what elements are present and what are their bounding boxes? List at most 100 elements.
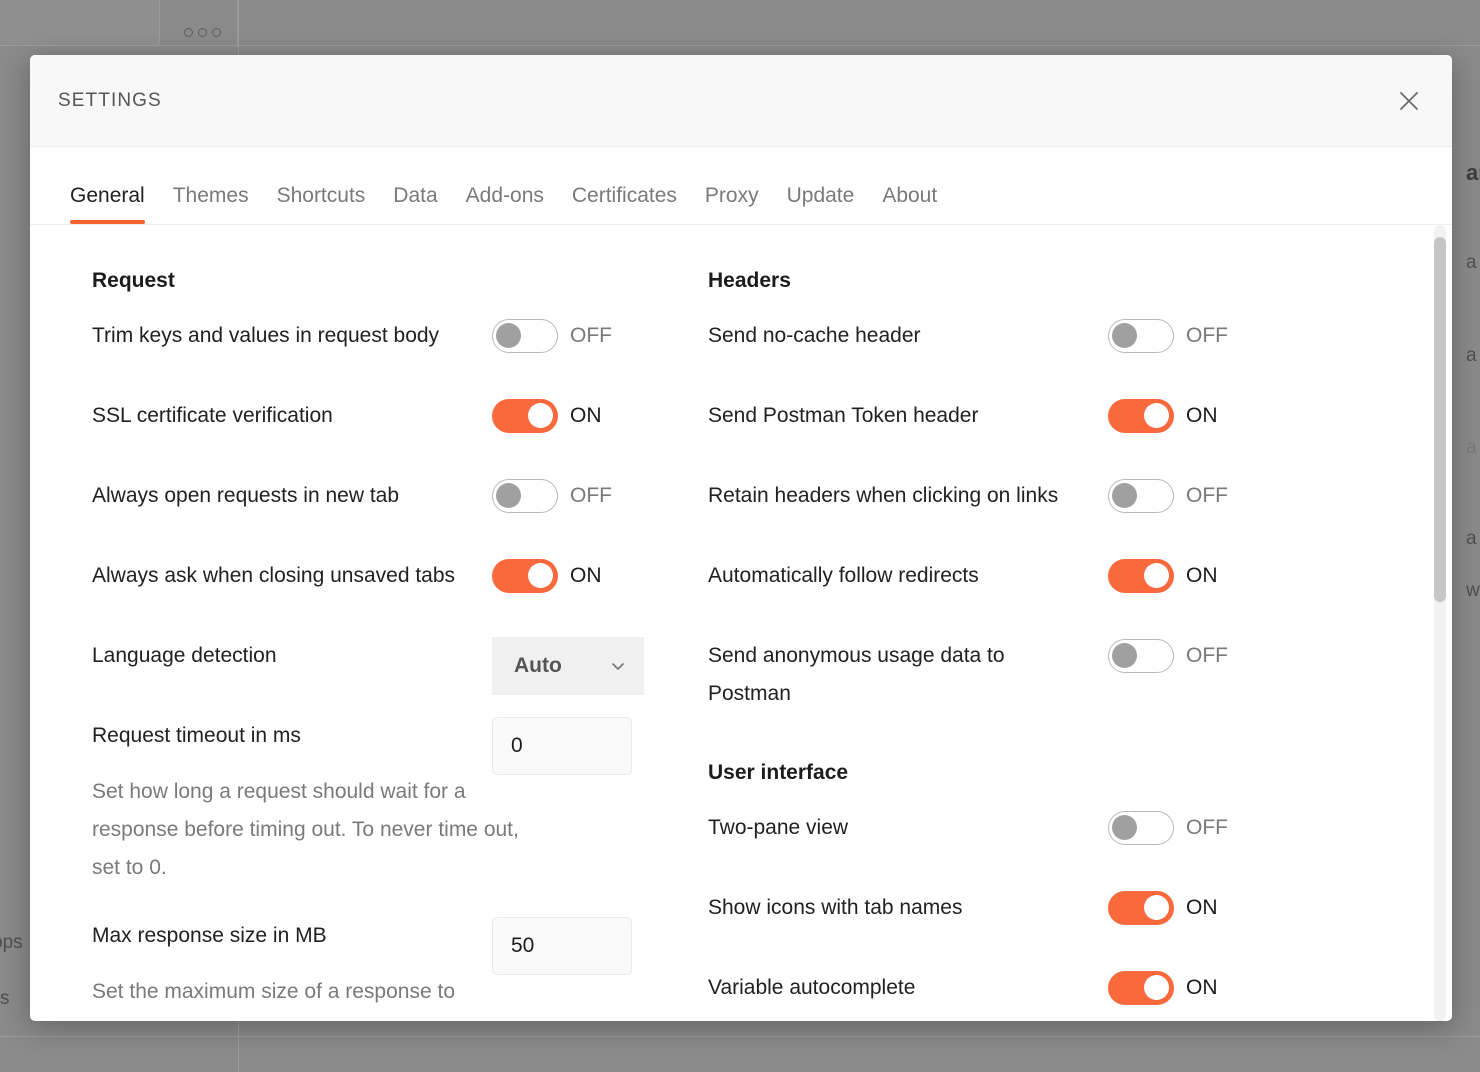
tab-data[interactable]: Data bbox=[393, 184, 437, 224]
setting-row-request-timeout-in-ms: Request timeout in ms Set how long a requ… bbox=[92, 717, 690, 887]
more-horizontal-icon bbox=[184, 28, 221, 37]
toggle-knob bbox=[1144, 895, 1169, 920]
tab-general[interactable]: General bbox=[70, 184, 145, 224]
settings-tabs: General Themes Shortcuts Data Add-ons Certifi… bbox=[30, 147, 1452, 225]
input-max-response-size-in-mb[interactable] bbox=[492, 917, 632, 975]
toggle-always-ask-when-closing-unsaved-tabs[interactable]: ON bbox=[492, 559, 602, 593]
setting-label: Retain headers when clicking on links bbox=[708, 484, 1059, 507]
settings-body: Request Trim keys and values in request b… bbox=[30, 225, 1452, 1021]
toggle-knob bbox=[1112, 483, 1137, 508]
toggle-send-postman-token-header[interactable]: ON bbox=[1108, 399, 1218, 433]
setting-control: ON bbox=[1108, 969, 1278, 1007]
setting-row-always-ask-when-closing-unsaved-tabs: Always ask when closing unsaved tabs ON bbox=[92, 557, 690, 615]
toggle-state-label: ON bbox=[1186, 564, 1218, 587]
toggle-knob bbox=[496, 483, 521, 508]
toggle-always-open-requests-in-new-tab[interactable]: OFF bbox=[492, 479, 612, 513]
setting-control: ON bbox=[492, 397, 662, 435]
setting-row-show-icons-with-tab-names: Show icons with tab names ON bbox=[708, 889, 1350, 947]
tab-themes[interactable]: Themes bbox=[173, 184, 249, 224]
backdrop-text-fragment: a bbox=[1466, 437, 1477, 458]
tab-add-ons[interactable]: Add-ons bbox=[466, 184, 544, 224]
setting-label: Request timeout in ms bbox=[92, 724, 301, 747]
toggle-track bbox=[1108, 319, 1174, 353]
toggle-state-label: ON bbox=[1186, 404, 1218, 427]
backdrop-text-fragment: pps bbox=[0, 932, 23, 953]
section-title-headers: Headers bbox=[708, 269, 791, 292]
backdrop-text-fragment: s bbox=[0, 988, 10, 1009]
input-request-timeout-in-ms[interactable] bbox=[492, 717, 632, 775]
modal-header: SETTINGS bbox=[30, 55, 1452, 147]
toggle-state-label: ON bbox=[570, 404, 602, 427]
setting-label: Always open requests in new tab bbox=[92, 484, 400, 507]
toggle-state-label: ON bbox=[1186, 976, 1218, 999]
setting-row-max-response-size-in-mb: Max response size in MB Set the maximum s… bbox=[92, 917, 690, 1011]
toggle-retain-headers-when-clicking-on-links[interactable]: OFF bbox=[1108, 479, 1228, 513]
setting-label: SSL certificate verification bbox=[92, 404, 333, 427]
toggle-state-label: OFF bbox=[1186, 816, 1228, 839]
toggle-knob bbox=[1144, 403, 1169, 428]
setting-control: OFF bbox=[492, 477, 662, 515]
tab-about[interactable]: About bbox=[882, 184, 937, 224]
select-language-detection[interactable]: Auto bbox=[492, 637, 644, 695]
page-title: SETTINGS bbox=[58, 89, 162, 111]
toggle-track bbox=[492, 479, 558, 513]
toggle-trim-keys-and-values-in-request-body[interactable]: OFF bbox=[492, 319, 612, 353]
backdrop-text-fragment: a bbox=[1466, 528, 1477, 549]
tab-update[interactable]: Update bbox=[787, 184, 855, 224]
toggle-track bbox=[492, 559, 558, 593]
backdrop-divider-bottom bbox=[0, 1036, 1480, 1037]
setting-control bbox=[492, 917, 662, 975]
toggle-automatically-follow-redirects[interactable]: ON bbox=[1108, 559, 1218, 593]
setting-label: Language detection bbox=[92, 644, 277, 667]
toggle-show-icons-with-tab-names[interactable]: ON bbox=[1108, 891, 1218, 925]
setting-row-ssl-certificate-verification: SSL certificate verification ON bbox=[92, 397, 690, 455]
tab-shortcuts[interactable]: Shortcuts bbox=[277, 184, 366, 224]
headers-settings-column: Headers Send no-cache header OFF Send Postm… bbox=[690, 269, 1350, 1021]
setting-control: OFF bbox=[1108, 809, 1278, 847]
backdrop-text-fragment: w bbox=[1466, 580, 1480, 601]
setting-row-send-no-cache-header: Send no-cache header OFF bbox=[708, 317, 1350, 375]
setting-row-retain-headers-when-clicking-on-links: Retain headers when clicking on links OFF bbox=[708, 477, 1350, 535]
backdrop-divider-top bbox=[0, 45, 1480, 46]
setting-row-always-open-requests-in-new-tab: Always open requests in new tab OFF bbox=[92, 477, 690, 535]
tab-certificates[interactable]: Certificates bbox=[572, 184, 677, 224]
setting-label: Send no-cache header bbox=[708, 324, 921, 347]
backdrop-text-fragment: a bbox=[1466, 252, 1477, 273]
toggle-track bbox=[492, 399, 558, 433]
setting-row-language-detection: Language detection Auto bbox=[92, 637, 690, 695]
setting-control: OFF bbox=[1108, 477, 1278, 515]
toggle-two-pane-view[interactable]: OFF bbox=[1108, 811, 1228, 845]
setting-control: ON bbox=[1108, 397, 1278, 435]
setting-control: OFF bbox=[492, 317, 662, 355]
setting-label: Send Postman Token header bbox=[708, 404, 979, 427]
toggle-knob bbox=[1112, 815, 1137, 840]
toggle-knob bbox=[528, 403, 553, 428]
toggle-knob bbox=[528, 563, 553, 588]
setting-control: OFF bbox=[1108, 637, 1278, 675]
toggle-send-no-cache-header[interactable]: OFF bbox=[1108, 319, 1228, 353]
toggle-track bbox=[1108, 399, 1174, 433]
setting-label: Two-pane view bbox=[708, 816, 849, 839]
close-icon[interactable] bbox=[1392, 84, 1426, 118]
setting-label: Send anonymous usage data to Postman bbox=[708, 644, 1005, 705]
setting-label: Max response size in MB bbox=[92, 924, 327, 947]
toggle-knob bbox=[1144, 563, 1169, 588]
scrollbar-thumb[interactable] bbox=[1434, 237, 1446, 602]
backdrop-text-fragment: an bbox=[1466, 160, 1480, 185]
request-settings-column: Request Trim keys and values in request b… bbox=[30, 269, 690, 1021]
toggle-knob bbox=[1112, 323, 1137, 348]
setting-control: ON bbox=[1108, 889, 1278, 927]
toggle-ssl-certificate-verification[interactable]: ON bbox=[492, 399, 602, 433]
toggle-state-label: OFF bbox=[1186, 324, 1228, 347]
setting-label: Trim keys and values in request body bbox=[92, 324, 440, 347]
toggle-state-label: OFF bbox=[570, 484, 612, 507]
toggle-send-anonymous-usage-data-to-postman[interactable]: OFF bbox=[1108, 639, 1228, 673]
tab-proxy[interactable]: Proxy bbox=[705, 184, 759, 224]
setting-label: Variable autocomplete bbox=[708, 976, 916, 999]
setting-control bbox=[492, 717, 662, 775]
toggle-track bbox=[1108, 559, 1174, 593]
toggle-variable-autocomplete[interactable]: ON bbox=[1108, 971, 1218, 1005]
setting-row-variable-autocomplete: Variable autocomplete ON bbox=[708, 969, 1350, 1021]
setting-help-text: Set the maximum size of a response to bbox=[92, 980, 455, 1003]
setting-row-automatically-follow-redirects: Automatically follow redirects ON bbox=[708, 557, 1350, 615]
